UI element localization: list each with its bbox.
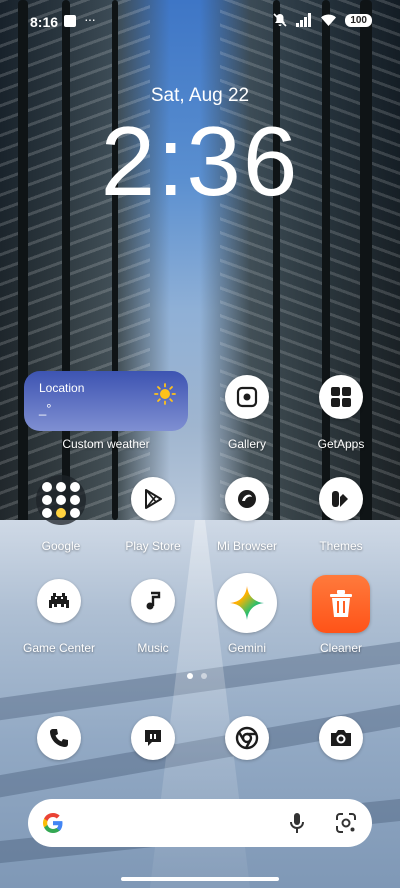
mi-browser-app[interactable] bbox=[225, 477, 269, 521]
game-center-label: Game Center bbox=[22, 641, 96, 655]
mute-icon bbox=[273, 13, 287, 27]
gallery-app[interactable] bbox=[225, 375, 269, 419]
google-folder[interactable] bbox=[36, 475, 86, 525]
page-indicator bbox=[187, 673, 207, 679]
play-store-icon bbox=[145, 489, 162, 509]
chrome-app[interactable] bbox=[225, 716, 269, 760]
mi-browser-icon bbox=[238, 490, 256, 508]
home-indicator[interactable] bbox=[121, 877, 279, 881]
themes-icon bbox=[332, 491, 348, 507]
game-center-icon bbox=[49, 593, 69, 608]
weather-widget[interactable]: Location _° bbox=[24, 371, 188, 431]
page-dot-active bbox=[187, 673, 193, 679]
google-folder-label: Google bbox=[41, 539, 81, 553]
trash-icon bbox=[330, 590, 352, 617]
status-bar: 8:16 ··· 100 bbox=[0, 0, 400, 44]
themes-app[interactable] bbox=[319, 477, 363, 521]
play-store-label: Play Store bbox=[125, 539, 181, 553]
clock-time[interactable]: 2:36 bbox=[0, 112, 400, 210]
getapps-icon bbox=[331, 387, 351, 407]
getapps-label: GetApps bbox=[317, 437, 365, 451]
date-text[interactable]: Sat, Aug 22 bbox=[0, 85, 400, 107]
messages-icon bbox=[145, 730, 161, 746]
weather-widget-label: Custom weather bbox=[62, 437, 150, 451]
gemini-icon bbox=[230, 586, 264, 620]
google-search-bar[interactable] bbox=[28, 799, 372, 847]
getapps-app[interactable] bbox=[319, 375, 363, 419]
tree-trunk bbox=[62, 0, 70, 540]
sun-icon bbox=[154, 383, 176, 405]
camera-icon bbox=[331, 730, 351, 746]
music-label: Music bbox=[137, 641, 169, 655]
notification-square-icon bbox=[64, 15, 76, 27]
weather-location: Location bbox=[39, 381, 85, 395]
signal-icon bbox=[296, 13, 312, 27]
gallery-label: Gallery bbox=[227, 437, 266, 451]
gallery-icon bbox=[236, 386, 258, 408]
status-time: 8:16 bbox=[30, 14, 59, 30]
tree-trunk bbox=[322, 0, 330, 560]
mic-icon[interactable] bbox=[289, 812, 305, 834]
tree-trunk bbox=[18, 0, 28, 560]
page-dot bbox=[201, 673, 207, 679]
cleaner-app[interactable] bbox=[312, 575, 370, 633]
camera-app[interactable] bbox=[319, 716, 363, 760]
music-app[interactable] bbox=[131, 579, 175, 623]
battery-indicator: 100 bbox=[345, 13, 372, 27]
game-center-app[interactable] bbox=[37, 579, 81, 623]
phone-app[interactable] bbox=[37, 716, 81, 760]
google-g-icon bbox=[43, 813, 63, 833]
chrome-icon bbox=[235, 726, 259, 750]
lens-icon[interactable] bbox=[335, 812, 357, 834]
mi-browser-label: Mi Browser bbox=[216, 539, 277, 553]
more-notifications-icon: ··· bbox=[84, 11, 96, 27]
music-icon bbox=[146, 591, 161, 610]
messages-app[interactable] bbox=[131, 716, 175, 760]
weather-temperature: _° bbox=[39, 401, 52, 416]
tree-trunk bbox=[273, 0, 280, 540]
phone-icon bbox=[50, 729, 68, 747]
wifi-icon bbox=[321, 14, 337, 26]
cleaner-label: Cleaner bbox=[319, 641, 363, 655]
gemini-app[interactable] bbox=[217, 573, 277, 633]
themes-label: Themes bbox=[319, 539, 363, 553]
gemini-label: Gemini bbox=[227, 641, 266, 655]
play-store-app[interactable] bbox=[131, 477, 175, 521]
